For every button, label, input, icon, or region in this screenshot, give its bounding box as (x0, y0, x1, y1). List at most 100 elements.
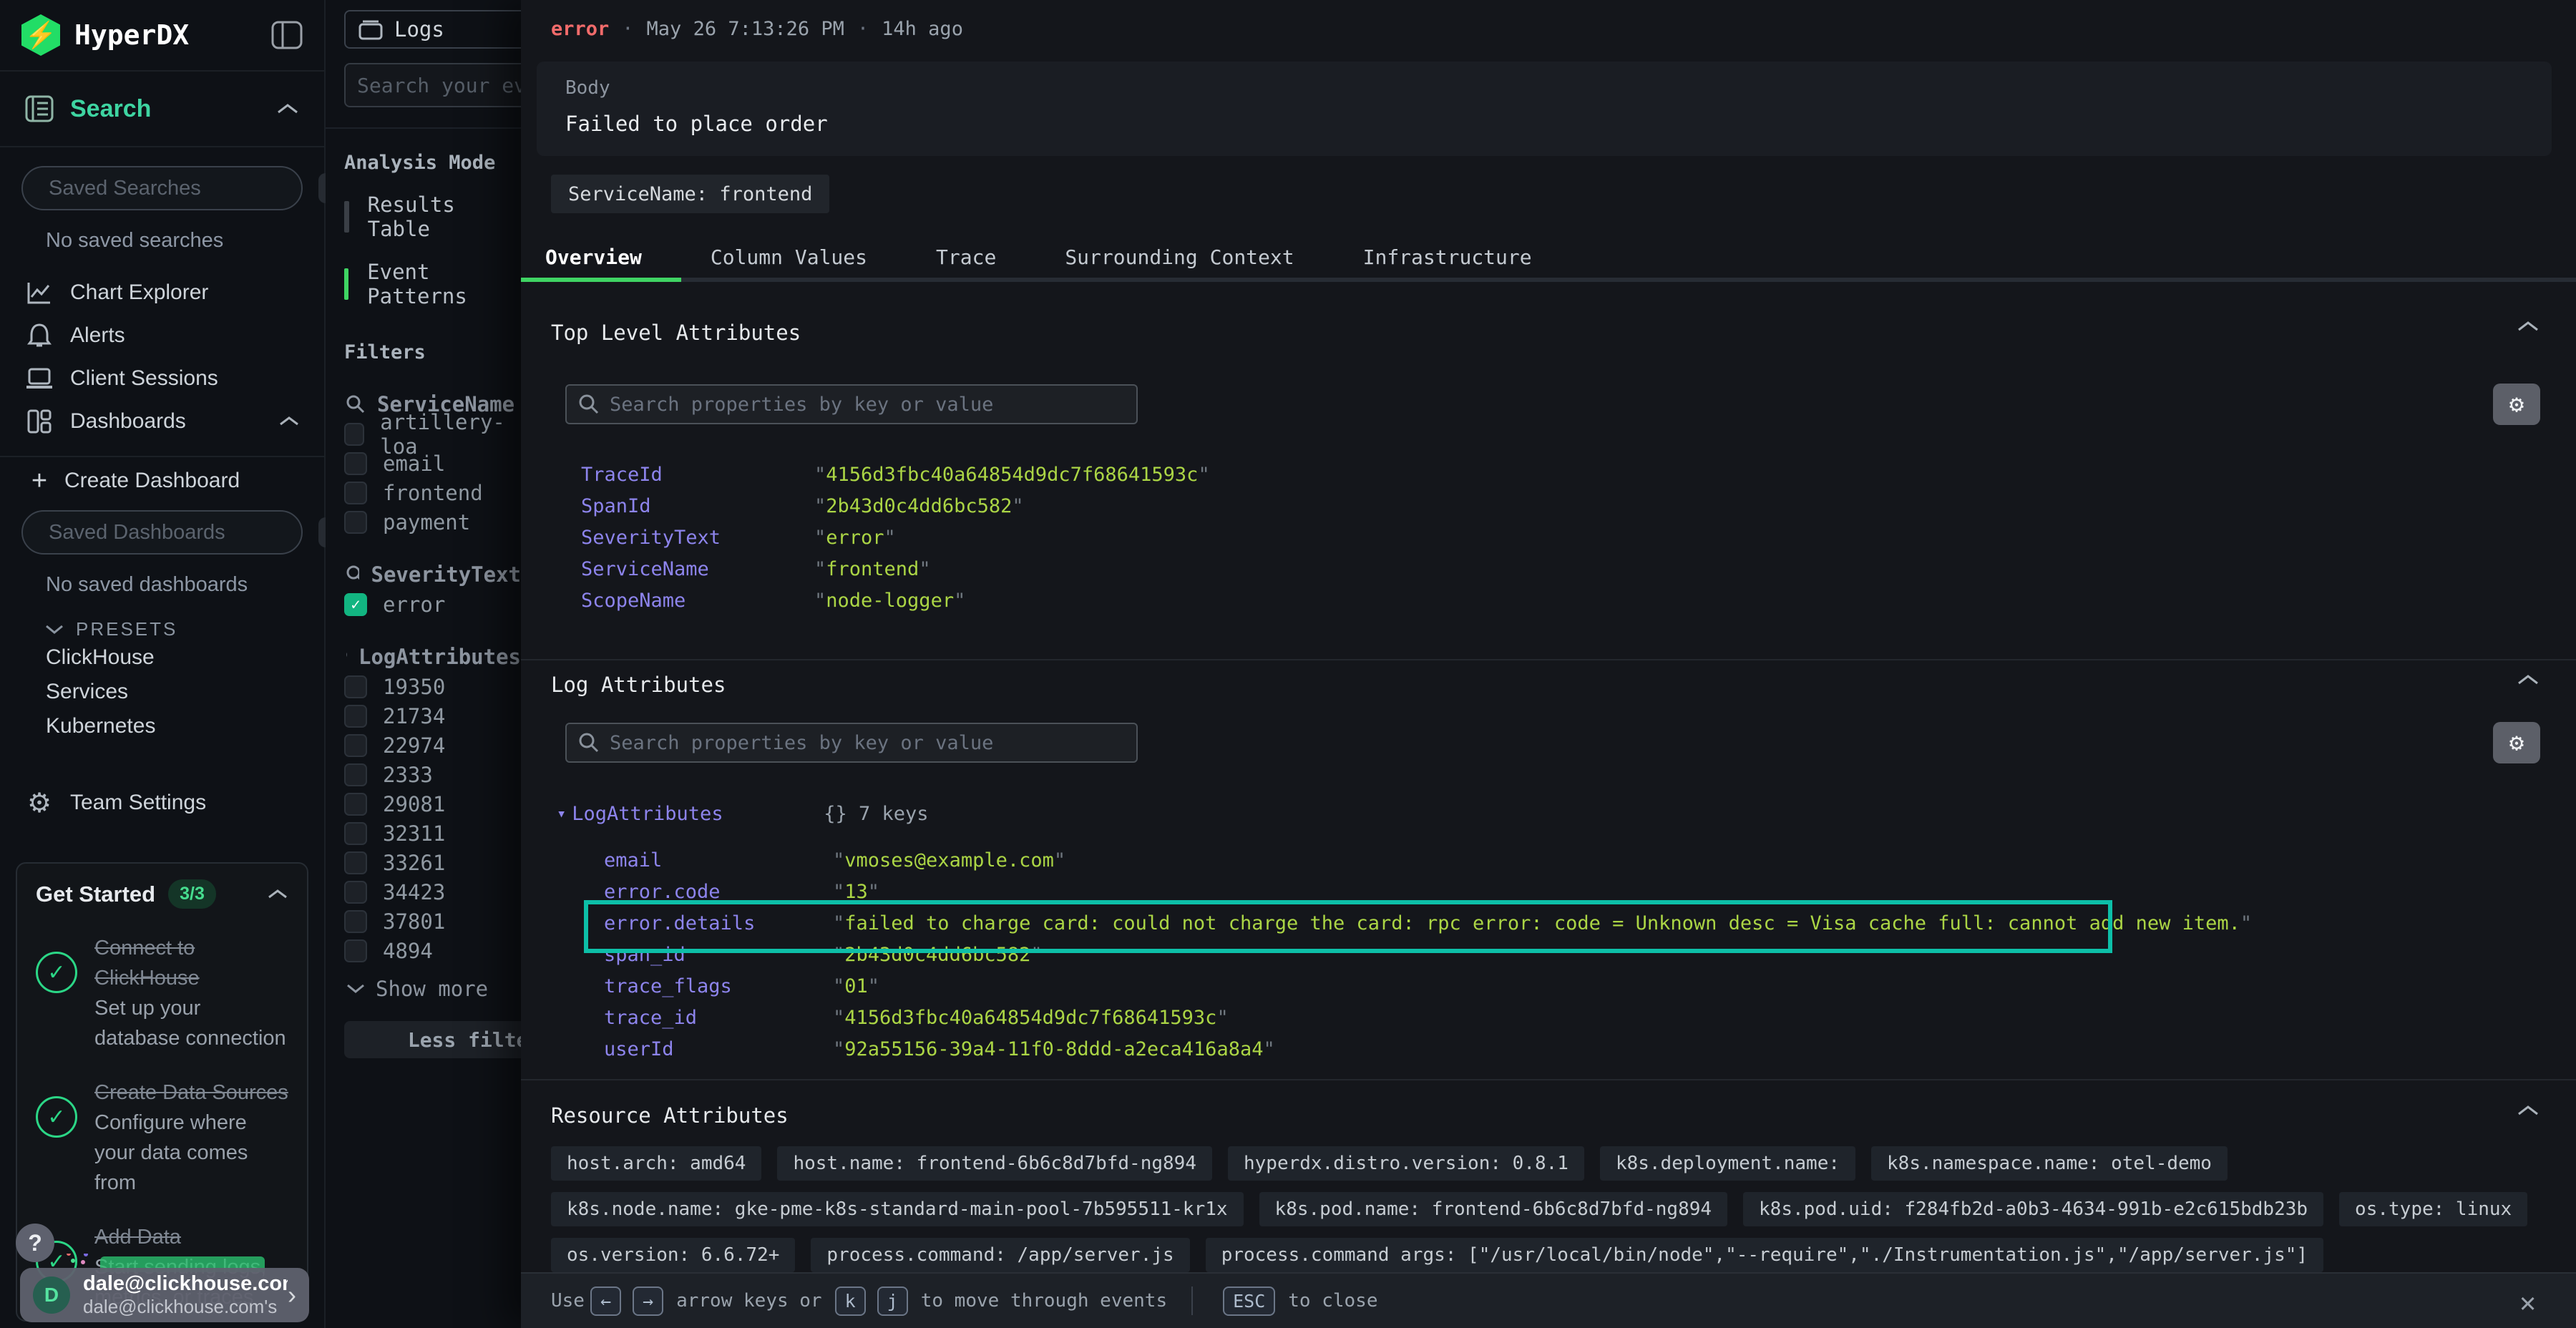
source-selector[interactable]: Logs (344, 10, 521, 49)
create-dashboard-button[interactable]: + Create Dashboard (0, 457, 324, 504)
filter-option[interactable]: 32311 (344, 822, 521, 845)
help-button[interactable]: ? (16, 1224, 54, 1262)
chevron-up-icon[interactable] (278, 415, 300, 428)
sidebar-item-search[interactable]: Search (0, 72, 324, 146)
attribute-key[interactable]: error.details (604, 912, 833, 934)
gear-icon[interactable]: ⚙ (2493, 384, 2540, 425)
tab[interactable]: Overview (545, 236, 642, 278)
checkbox[interactable] (344, 734, 367, 757)
filter-option[interactable]: 19350 (344, 675, 521, 698)
resource-attribute-chip[interactable]: os.version: 6.6.72+ (551, 1238, 795, 1272)
mode-event-patterns[interactable]: Event Patterns (344, 260, 521, 308)
filter-option[interactable]: 21734 (344, 705, 521, 728)
tab[interactable]: Column Values (711, 236, 867, 278)
resource-attribute-chip[interactable]: k8s.deployment.name: (1600, 1146, 1855, 1181)
filter-option[interactable]: 37801 (344, 910, 521, 933)
attribute-key[interactable]: SpanId (581, 495, 814, 517)
tab[interactable]: Infrastructure (1363, 236, 1532, 278)
gear-icon[interactable]: ⚙ (2493, 722, 2540, 763)
saved-searches-input[interactable]: ⌘K (21, 166, 303, 210)
preset-dashboard-link[interactable]: Services (0, 675, 324, 709)
less-filters-button[interactable]: Less filters (344, 1021, 521, 1058)
chevron-up-icon[interactable] (267, 888, 288, 901)
sidebar-item-chart-explorer[interactable]: Chart Explorer (0, 271, 324, 314)
show-more-toggle[interactable]: Show more (346, 977, 521, 1001)
service-tag[interactable]: ServiceName: frontend (551, 175, 829, 213)
chevron-up-icon[interactable] (2516, 319, 2540, 333)
checkbox[interactable] (344, 423, 364, 446)
filter-option[interactable]: payment (344, 511, 521, 534)
checkbox[interactable] (344, 881, 367, 904)
resource-attribute-chip[interactable]: host.name: frontend-6b6c8d7bfd-ng894 (777, 1146, 1212, 1181)
attribute-value[interactable]: error (826, 527, 884, 549)
attribute-key[interactable]: span_id (604, 944, 833, 966)
sidebar-item-dashboards[interactable]: Dashboards (0, 400, 324, 443)
events-search-input[interactable] (344, 63, 521, 107)
tab[interactable]: Surrounding Context (1065, 236, 1294, 278)
caret-down-icon[interactable]: ▾ (557, 805, 566, 823)
tab[interactable]: Trace (936, 236, 996, 278)
chevron-up-icon[interactable] (2516, 1103, 2540, 1118)
preset-dashboard-link[interactable]: Kubernetes (0, 709, 324, 743)
checkbox[interactable] (344, 939, 367, 962)
checkbox[interactable]: ✓ (344, 593, 367, 616)
attribute-key[interactable]: trace_id (604, 1007, 833, 1029)
checkbox[interactable] (344, 910, 367, 933)
attribute-key[interactable]: TraceId (581, 464, 814, 486)
filter-option[interactable]: 29081 (344, 793, 521, 816)
close-icon[interactable]: ✕ (2519, 1286, 2536, 1318)
chevron-up-icon[interactable] (2516, 673, 2540, 687)
resource-attribute-chip[interactable]: hyperdx.distro.version: 0.8.1 (1228, 1146, 1584, 1181)
attribute-key[interactable]: ScopeName (581, 590, 814, 612)
attribute-value[interactable]: 01 (844, 975, 868, 997)
filter-option[interactable]: 22974 (344, 734, 521, 757)
attribute-value[interactable]: frontend (826, 558, 919, 580)
sidebar-item-alerts[interactable]: Alerts (0, 314, 324, 357)
filter-option[interactable]: artillery-loa (344, 423, 521, 446)
checkbox[interactable] (344, 822, 367, 845)
resource-attribute-chip[interactable]: process.command: /app/server.js (811, 1238, 1189, 1272)
mode-results-table[interactable]: Results Table (344, 192, 521, 241)
chevron-up-icon[interactable] (275, 102, 300, 116)
properties-search-input[interactable] (565, 723, 1138, 763)
attribute-value[interactable]: 2b43d0c4dd6bc582 (844, 944, 1030, 966)
attribute-key[interactable]: email (604, 849, 833, 872)
filter-option[interactable]: 4894 (344, 939, 521, 962)
attribute-key[interactable]: trace_flags (604, 975, 833, 997)
checkbox[interactable] (344, 452, 367, 475)
resource-attribute-chip[interactable]: k8s.namespace.name: otel-demo (1871, 1146, 2228, 1181)
resource-attribute-chip[interactable]: k8s.node.name: gke-pme-k8s-standard-main… (551, 1192, 1244, 1226)
preset-dashboard-link[interactable]: ClickHouse (0, 640, 324, 675)
checkbox[interactable] (344, 705, 367, 728)
resource-attribute-chip[interactable]: os.type: linux (2339, 1192, 2527, 1226)
checkbox[interactable] (344, 482, 367, 504)
filter-option[interactable]: 33261 (344, 851, 521, 874)
checkbox[interactable] (344, 763, 367, 786)
resource-attribute-chip[interactable]: process.command args: ["/usr/local/bin/n… (1206, 1238, 2323, 1272)
filter-option[interactable]: ✓ error (344, 593, 521, 616)
saved-dashboards-input[interactable]: ⌘K (21, 510, 303, 555)
attribute-key[interactable]: ServiceName (581, 558, 814, 580)
checkbox[interactable] (344, 675, 367, 698)
attribute-key[interactable]: userId (604, 1038, 833, 1060)
resource-attribute-chip[interactable]: host.arch: amd64 (551, 1146, 761, 1181)
checkbox[interactable] (344, 511, 367, 534)
resource-attribute-chip[interactable]: k8s.pod.name: frontend-6b6c8d7bfd-ng894 (1259, 1192, 1727, 1226)
resource-attribute-chip[interactable]: k8s.pod.uid: f284fb2d-a0b3-4634-991b-e2c… (1743, 1192, 2323, 1226)
attribute-value[interactable]: 92a55156-39a4-11f0-8ddd-a2eca416a8a4 (844, 1038, 1263, 1060)
attribute-key[interactable]: error.code (604, 881, 833, 903)
checkbox[interactable] (344, 851, 367, 874)
attribute-value[interactable]: node-logger (826, 590, 954, 612)
sidebar-item-client-sessions[interactable]: Client Sessions (0, 357, 324, 400)
get-started-item[interactable]: ✓ Create Data Sources Configure where yo… (36, 1078, 288, 1198)
filter-option[interactable]: frontend (344, 482, 521, 504)
attribute-value[interactable]: 4156d3fbc40a64854d9dc7f68641593c (826, 464, 1198, 486)
attribute-value[interactable]: 13 (844, 881, 868, 903)
logattributes-root-row[interactable]: ▾ LogAttributes {} 7 keys (557, 798, 929, 829)
attribute-value[interactable]: 4156d3fbc40a64854d9dc7f68641593c (844, 1007, 1216, 1029)
checkbox[interactable] (344, 793, 367, 816)
sidebar-item-team-settings[interactable]: ⚙ Team Settings (0, 782, 324, 824)
get-started-item[interactable]: ✓ Connect to ClickHouse Set up your data… (36, 933, 288, 1053)
attribute-key[interactable]: SeverityText (581, 527, 814, 549)
filter-option[interactable]: 2333 (344, 763, 521, 786)
